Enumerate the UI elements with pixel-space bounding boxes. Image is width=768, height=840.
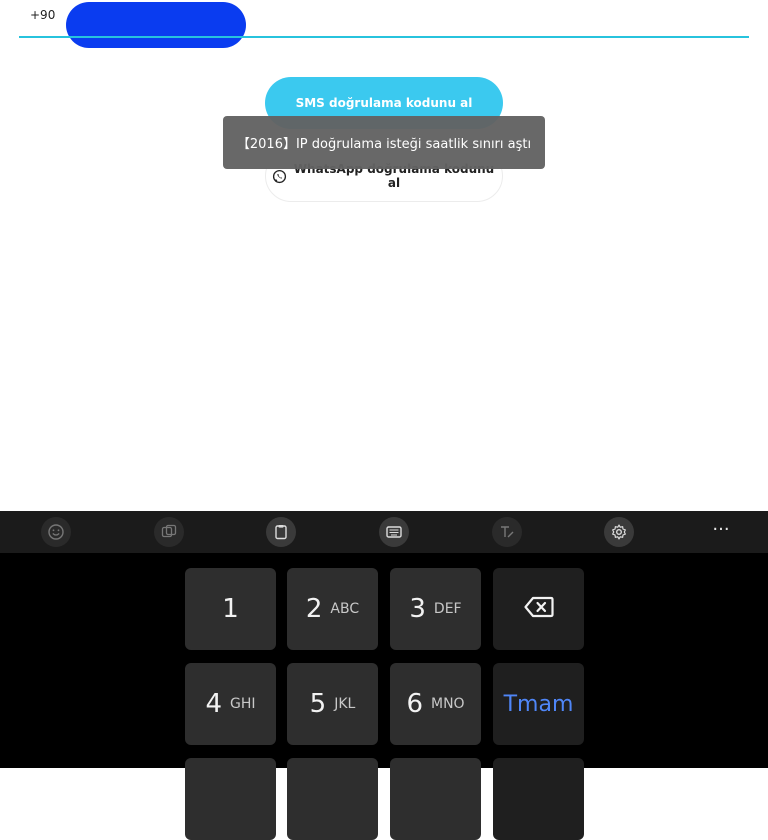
- gear-icon[interactable]: [604, 517, 634, 547]
- key-9[interactable]: [390, 758, 481, 840]
- error-toast: 【2016】IP doğrulama isteği saatlik sınırı…: [223, 116, 545, 169]
- backspace-icon: [523, 596, 554, 622]
- clipboard-icon[interactable]: [266, 517, 296, 547]
- backspace-key[interactable]: [493, 568, 584, 650]
- translate-icon[interactable]: [154, 517, 184, 547]
- done-key[interactable]: Tmam: [493, 663, 584, 745]
- key-6[interactable]: 6 MNO: [390, 663, 481, 745]
- keyboard-toolbar: ···: [0, 511, 768, 553]
- key-4[interactable]: 4 GHI: [185, 663, 276, 745]
- keyboard-icon[interactable]: [379, 517, 409, 547]
- numeric-keyboard: ··· 1 2 ABC 3 DEF 4 GHI 5 JKL 6 MNO Tmam: [0, 511, 768, 840]
- key-5[interactable]: 5 JKL: [287, 663, 378, 745]
- country-code[interactable]: +90: [30, 8, 55, 22]
- whatsapp-icon: [272, 169, 287, 184]
- key-3[interactable]: 3 DEF: [390, 568, 481, 650]
- key-2[interactable]: 2 ABC: [287, 568, 378, 650]
- input-underline: [19, 36, 749, 38]
- phone-input-row[interactable]: +90: [0, 0, 768, 48]
- more-icon[interactable]: ···: [706, 519, 736, 545]
- phone-number-redacted[interactable]: [66, 2, 246, 48]
- toast-message: 【2016】IP doğrulama isteği saatlik sınırı…: [236, 137, 532, 152]
- key-1[interactable]: 1: [185, 568, 276, 650]
- action-key[interactable]: [493, 758, 584, 840]
- emoji-icon[interactable]: [41, 517, 71, 547]
- text-edit-icon[interactable]: [492, 517, 522, 547]
- key-8[interactable]: [287, 758, 378, 840]
- key-7[interactable]: [185, 758, 276, 840]
